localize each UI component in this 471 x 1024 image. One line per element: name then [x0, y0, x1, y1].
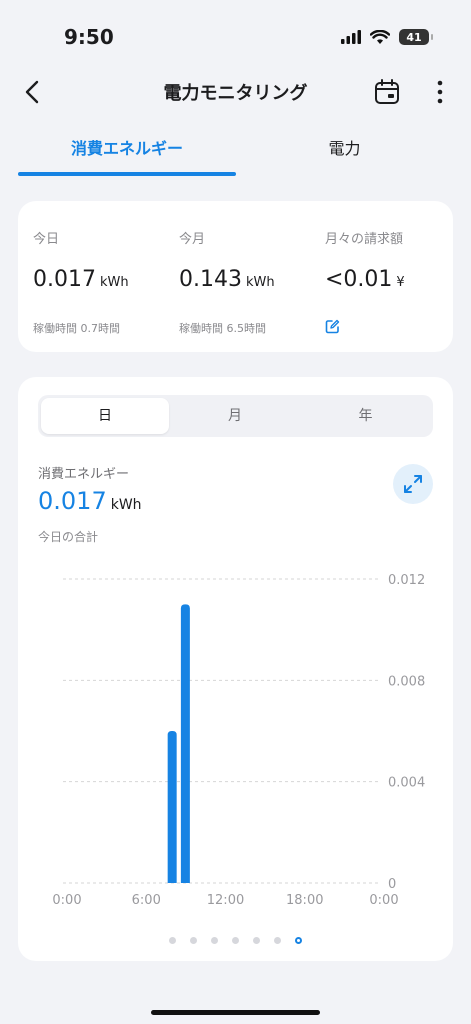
more-vertical-icon: [437, 80, 443, 104]
y-tick-label: 0.012: [388, 573, 425, 588]
page-dot[interactable]: [253, 937, 260, 944]
page-dot[interactable]: [190, 937, 197, 944]
x-tick-label: 0:00: [52, 893, 81, 908]
today-value-number: 0.017: [33, 267, 96, 292]
y-tick-label: 0: [388, 877, 396, 892]
chart-bar[interactable]: [180, 604, 190, 883]
y-tick-label: 0.008: [388, 674, 425, 689]
bill-value-number: <0.01: [325, 267, 393, 292]
month-value-unit: kWh: [245, 275, 275, 290]
x-tick-label: 0:00: [369, 893, 398, 908]
today-label: 今日: [33, 232, 60, 247]
tab-energy[interactable]: 消費エネルギー: [18, 128, 236, 178]
x-tick-label: 12:00: [207, 893, 244, 908]
status-icons: 41: [341, 29, 433, 45]
battery-level: 41: [406, 30, 422, 44]
bill-value: <0.01 ¥: [325, 267, 405, 292]
calendar-icon: [375, 79, 399, 104]
x-tick-label: 18:00: [286, 893, 323, 908]
more-button[interactable]: [422, 74, 458, 110]
signal-icon: [341, 30, 361, 44]
bill-value-unit: ¥: [396, 275, 405, 290]
page-dot[interactable]: [295, 937, 302, 944]
page-dot[interactable]: [232, 937, 239, 944]
chart-bar[interactable]: [167, 731, 177, 883]
month-runtime: 稼働時間 6.5時間: [179, 322, 266, 335]
summary-card: 今日 0.017 kWh 稼働時間 0.7時間 今月 0.143 kWh 稼働時間 …: [18, 201, 453, 352]
wifi-icon: [370, 29, 390, 44]
nav-bar: 電力モニタリング: [0, 66, 471, 118]
status-time: 9:50: [64, 25, 114, 49]
status-bar: 9:50 41: [0, 0, 471, 70]
today-value-unit: kWh: [99, 275, 129, 290]
page-dot[interactable]: [211, 937, 218, 944]
today-value: 0.017 kWh: [33, 267, 129, 292]
edit-icon[interactable]: [325, 319, 340, 338]
calendar-button[interactable]: [369, 74, 405, 110]
page-dot[interactable]: [169, 937, 176, 944]
top-tabs: 消費エネルギー 電力: [18, 128, 453, 178]
tab-power[interactable]: 電力: [236, 128, 453, 178]
page-indicator: [18, 937, 453, 944]
x-tick-label: 6:00: [132, 893, 161, 908]
today-runtime: 稼働時間 0.7時間: [33, 322, 120, 335]
bill-label: 月々の請求額: [325, 232, 404, 247]
month-value-number: 0.143: [179, 267, 242, 292]
home-indicator: [151, 1010, 320, 1015]
page-dot[interactable]: [274, 937, 281, 944]
y-tick-label: 0.004: [388, 776, 425, 791]
chart-card: 日 月 年 消費エネルギー 0.017 kWh 今日の合計 0.012 0.008 0…: [18, 377, 453, 961]
energy-chart: 0.0120.0080.00400:00 6:00 12:00 18:00 0:00: [52, 573, 425, 908]
month-label: 今月: [179, 232, 206, 247]
month-value: 0.143 kWh: [179, 267, 275, 292]
battery-icon: 41: [399, 29, 433, 45]
